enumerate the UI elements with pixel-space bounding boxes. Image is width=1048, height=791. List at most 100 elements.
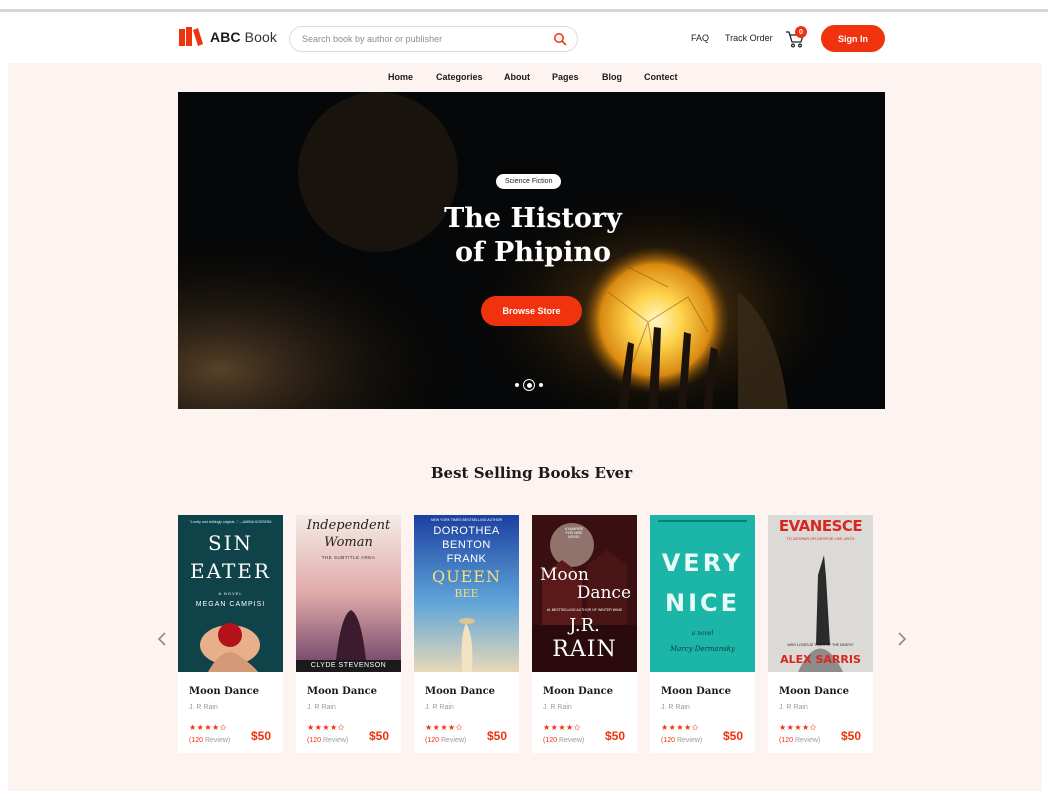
book-title[interactable]: Moon Dance [189, 686, 259, 697]
book-cover[interactable]: NEW YORK TIMES BESTSELLING AUTHOR DOROTH… [414, 515, 519, 672]
cover-title-line: EATER [190, 559, 271, 583]
chevron-right-icon[interactable] [895, 630, 909, 648]
cover-title-line: Moon [540, 565, 589, 585]
window-top-border [0, 9, 1048, 12]
cover-title-line: NICE [664, 589, 741, 617]
cover-tagline: A VAMPIRE FOR HIRE NOVEL [564, 527, 584, 539]
book-cover[interactable]: "Lovely and chillingly original..." —AMI… [178, 515, 283, 672]
review-count: (120 Review) [425, 737, 467, 744]
star-icon: ★★★★✩ [779, 723, 817, 732]
review-count: (120 Review) [189, 737, 231, 744]
cover-subtitle: WHO LOVES AT TIMES OF THE DEATH? [787, 643, 854, 647]
book-title[interactable]: Moon Dance [779, 686, 849, 697]
cover-tagline: "Lovely and chillingly original..." —AMI… [189, 520, 272, 524]
book-title[interactable]: Moon Dance [425, 686, 495, 697]
book-title[interactable]: Moon Dance [661, 686, 731, 697]
cover-title-line: QUEEN [432, 567, 501, 586]
review-count: (120 Review) [543, 737, 585, 744]
cover-title-line: Woman [324, 535, 373, 550]
cover-author: J.R. [569, 615, 600, 636]
cover-title-line: Independent [306, 518, 391, 533]
carousel-dot-active[interactable] [523, 379, 535, 391]
star-icon: ★★★★✩ [307, 723, 345, 732]
book-author: J. R Rain [661, 704, 690, 711]
carousel-dots [515, 379, 543, 391]
book-title[interactable]: Moon Dance [307, 686, 377, 697]
book-price: $50 [605, 729, 626, 743]
star-icon: ★★★★✩ [661, 723, 699, 732]
search-input[interactable] [302, 27, 542, 51]
book-cover[interactable]: Independent Woman THE SUBTITLE AREA CLYD… [296, 515, 401, 672]
cover-author: MEGAN CAMPISI [195, 601, 266, 608]
carousel-dot[interactable] [539, 383, 543, 387]
nav-about[interactable]: About [504, 72, 530, 82]
book-logo-icon [179, 27, 203, 46]
book-title[interactable]: Moon Dance [543, 686, 613, 697]
book-cover[interactable]: VERY NICE a novel Marcy Dermansky [650, 515, 755, 672]
cover-title-line: BEE [454, 587, 479, 600]
cover-title-line: BENTON [442, 539, 491, 551]
nav-blog[interactable]: Blog [602, 72, 622, 82]
nav-home[interactable]: Home [388, 72, 413, 82]
cover-subtitle: THE SUBTITLE AREA [321, 555, 376, 560]
cover-title-line: FRANK [446, 553, 487, 565]
cover-author: RAIN [552, 637, 617, 662]
cover-author: Marcy Dermansky [670, 645, 735, 653]
book-card[interactable]: EVANESCE TO DESPAIR OR DESPISE LIKE UNTO… [768, 515, 873, 753]
sign-in-button[interactable]: Sign In [821, 25, 885, 52]
book-price: $50 [369, 729, 390, 743]
nav-categories[interactable]: Categories [436, 72, 483, 82]
nav-contect[interactable]: Contect [644, 72, 678, 82]
faq-link[interactable]: FAQ [691, 33, 709, 43]
site-header: ABC Book FAQ Track Order 0 Sign In [8, 13, 1042, 63]
page: ABC Book FAQ Track Order 0 Sign In Home … [8, 13, 1042, 791]
book-author: J. R Rain [543, 704, 572, 711]
section-title: Best Selling Books Ever [430, 464, 633, 482]
book-author: J. R Rain [779, 704, 808, 711]
book-cover[interactable]: A VAMPIRE FOR HIRE NOVEL Moon Dance #1 B… [532, 515, 637, 672]
cover-title-line: VERY [661, 549, 744, 577]
hero-title: The History of Phipino [444, 203, 622, 268]
cover-author: CLYDE STEVENSON [310, 662, 387, 669]
book-cover[interactable]: EVANESCE TO DESPAIR OR DESPISE LIKE UNTO… [768, 515, 873, 672]
review-count: (120 Review) [307, 737, 349, 744]
cover-title-line: DOROTHEA [433, 525, 500, 537]
cover-title-line: SIN [207, 531, 254, 555]
cover-subtitle: #1 BESTSELLING AUTHOR OF WINTER WIND [546, 608, 623, 612]
cover-tagline: NEW YORK TIMES BESTSELLING AUTHOR [430, 518, 503, 522]
track-order-link[interactable]: Track Order [725, 33, 773, 43]
book-card[interactable]: A VAMPIRE FOR HIRE NOVEL Moon Dance #1 B… [532, 515, 637, 753]
book-card[interactable]: VERY NICE a novel Marcy Dermansky Moon D… [650, 515, 755, 753]
cover-author: ALEX SARRIS [780, 653, 861, 666]
cart-count-badge: 0 [795, 26, 807, 38]
book-card[interactable]: "Lovely and chillingly original..." —AMI… [178, 515, 283, 753]
cover-title-line: Dance [576, 583, 631, 603]
cover-subtitle: a novel [691, 630, 714, 637]
book-author: J. R Rain [189, 704, 218, 711]
nav-pages[interactable]: Pages [552, 72, 579, 82]
review-count: (120 Review) [779, 737, 821, 744]
star-icon: ★★★★✩ [425, 723, 463, 732]
hero-category-tag[interactable]: Science Fiction [496, 174, 562, 189]
book-price: $50 [841, 729, 862, 743]
review-count: (120 Review) [661, 737, 703, 744]
book-price: $50 [487, 729, 508, 743]
brand-logo[interactable]: ABC Book [178, 27, 277, 47]
hero-banner: Science Fiction The History of Phipino B… [178, 92, 885, 409]
cover-subtitle: A NOVEL [218, 591, 243, 596]
book-card[interactable]: Independent Woman THE SUBTITLE AREA CLYD… [296, 515, 401, 753]
book-price: $50 [723, 729, 744, 743]
cover-title-line: EVANESCE [778, 517, 863, 535]
chevron-left-icon[interactable] [155, 630, 169, 648]
carousel-dot[interactable] [515, 383, 519, 387]
search-bar [289, 26, 578, 52]
book-card[interactable]: NEW YORK TIMES BESTSELLING AUTHOR DOROTH… [414, 515, 519, 753]
star-icon: ★★★★✩ [189, 723, 227, 732]
search-icon[interactable] [553, 32, 567, 46]
brand-name: ABC Book [210, 29, 277, 45]
cover-subtitle: TO DESPAIR OR DESPISE LIKE UNTO [786, 537, 855, 541]
browse-store-button[interactable]: Browse Store [481, 296, 582, 326]
book-author: J. R Rain [307, 704, 336, 711]
book-price: $50 [251, 729, 272, 743]
book-author: J. R Rain [425, 704, 454, 711]
